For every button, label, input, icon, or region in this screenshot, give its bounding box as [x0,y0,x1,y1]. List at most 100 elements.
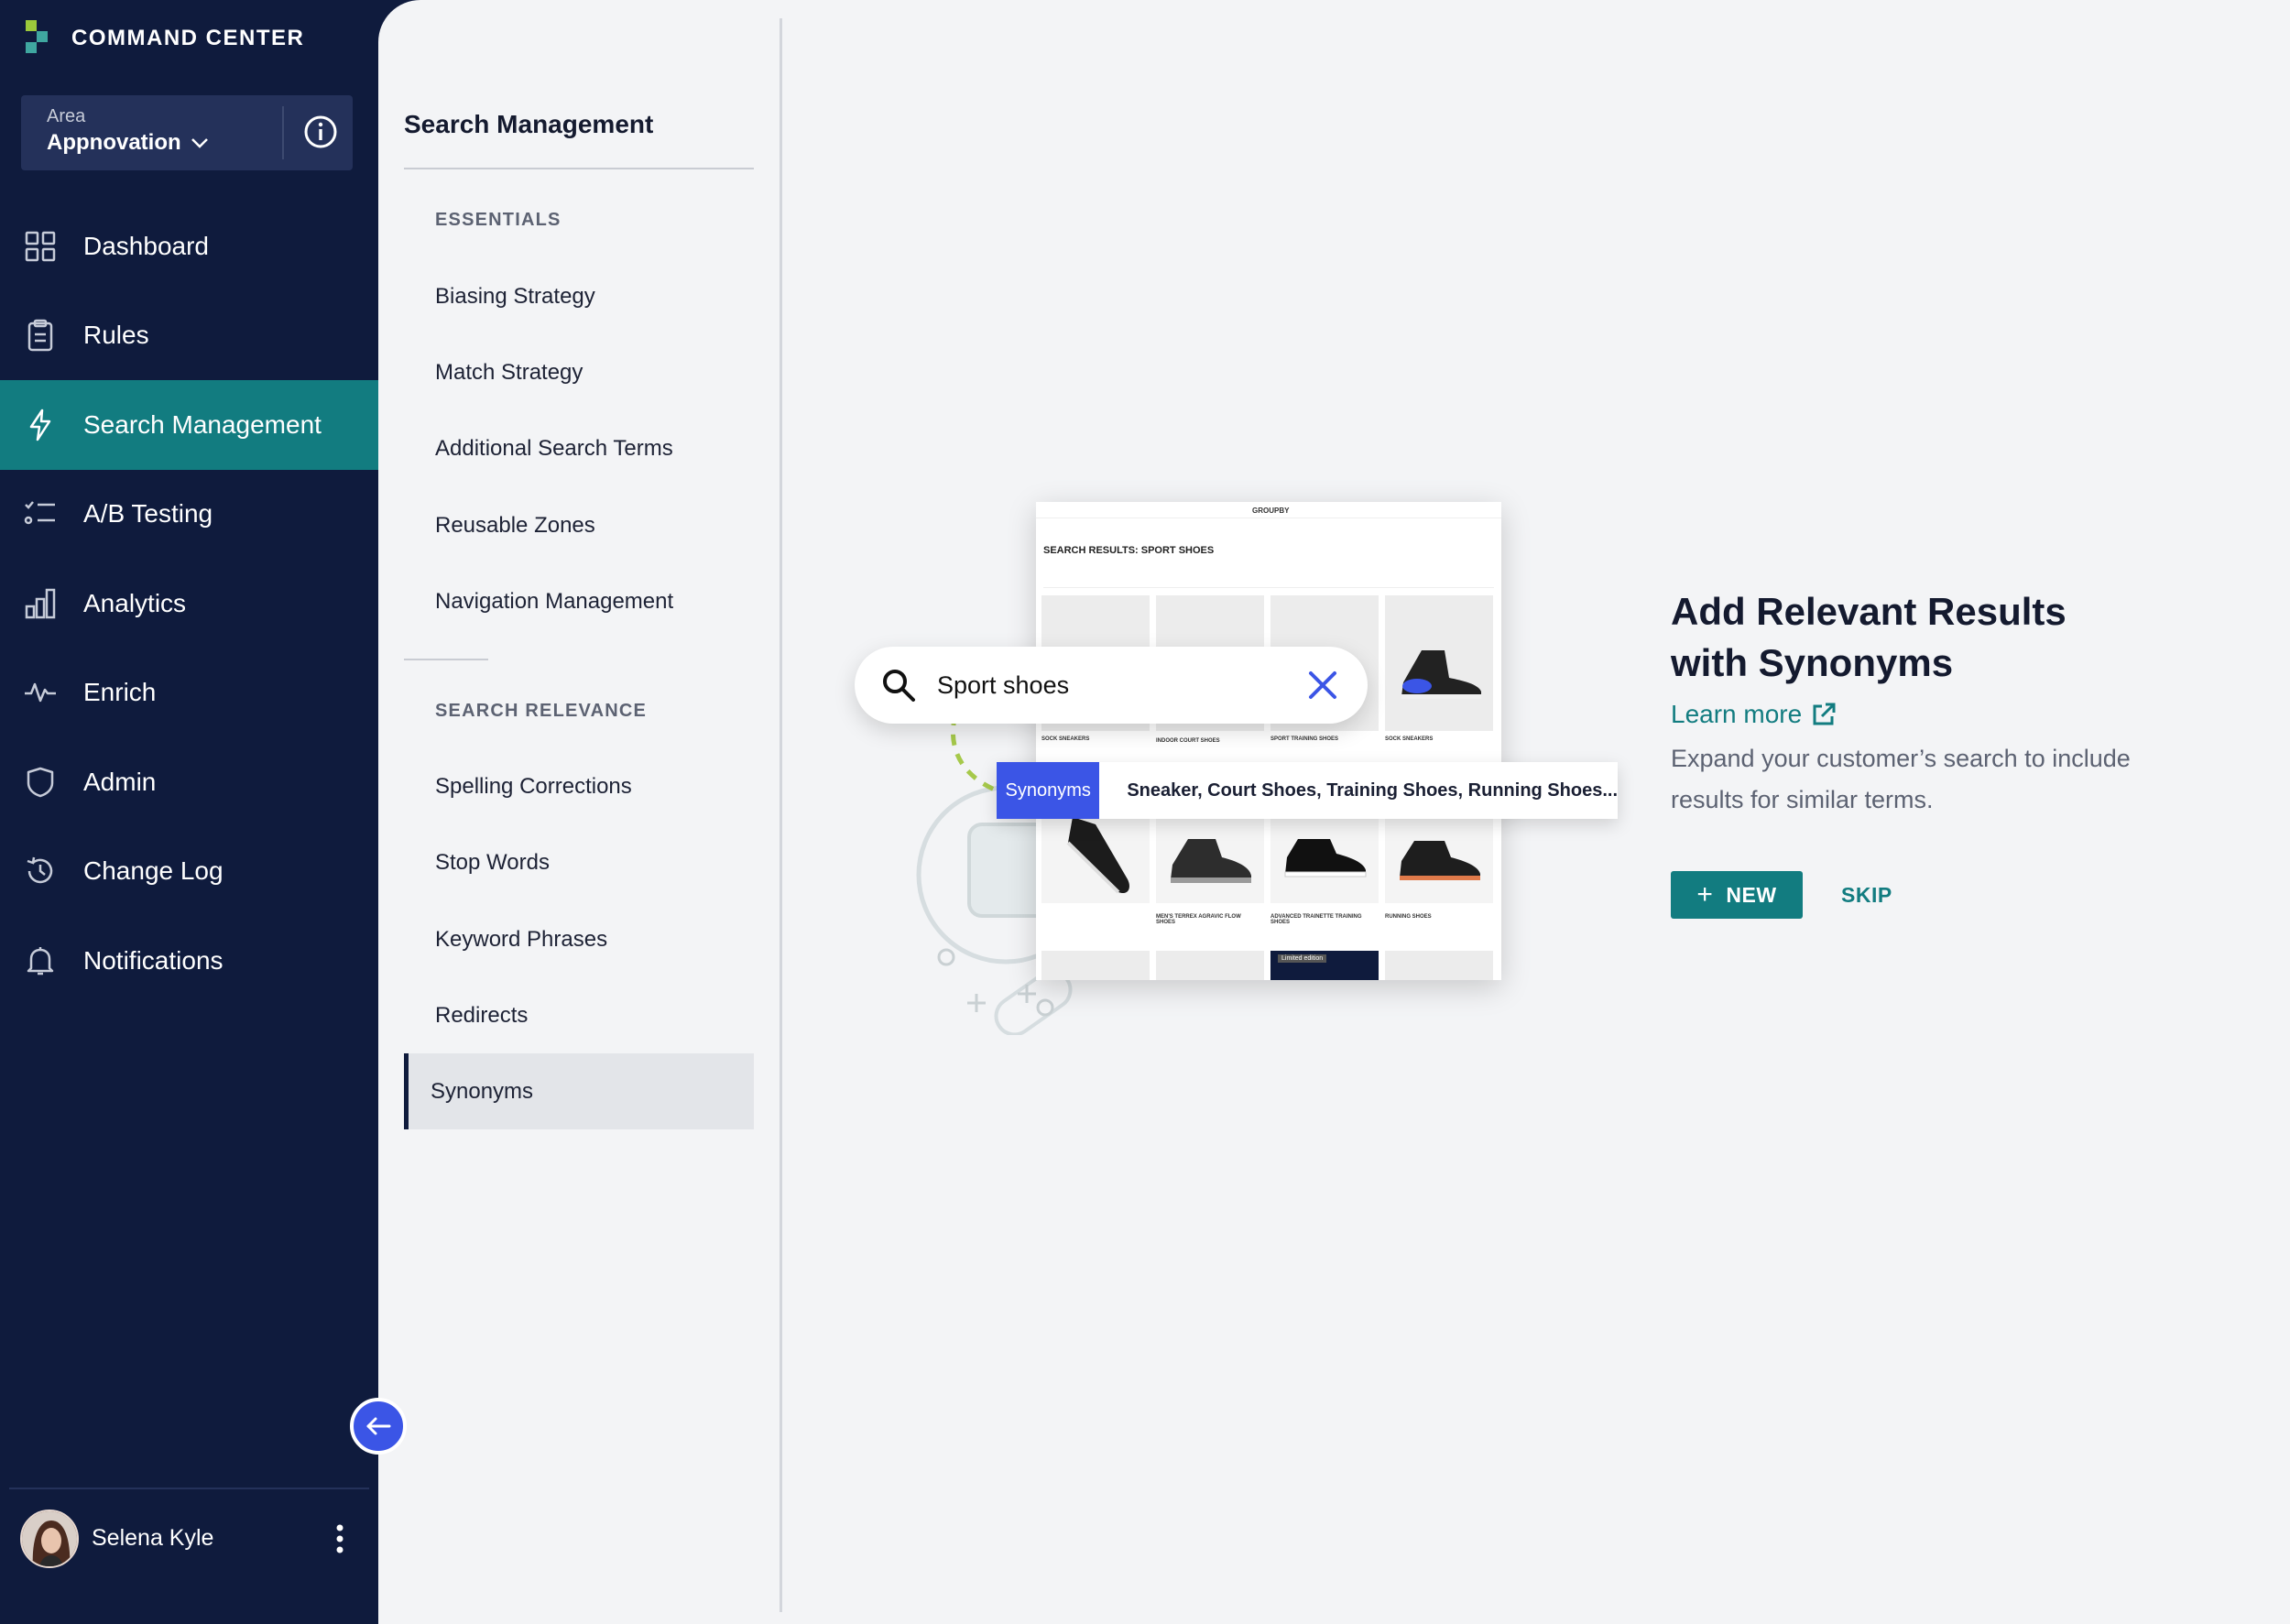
subnav-item-reusable-zones[interactable]: Reusable Zones [435,513,595,539]
mock-badge: Limited edition [1278,954,1327,963]
subnav-section-essentials: ESSENTIALS [435,210,562,230]
mock-tile [1385,595,1493,731]
sneaker-image [1066,817,1129,894]
mock-tile [1041,951,1150,980]
synonym-terms: Sneaker, Court Shoes, Training Shoes, Ru… [1127,779,1618,801]
arrow-left-icon [366,1417,391,1435]
mock-tile [1385,951,1493,980]
user-name: Selena Kyle [92,1525,214,1551]
empty-state-title: Add Relevant Results with Synonyms [1671,586,2220,689]
mock-caption: RUNNING SHOES [1385,914,1432,920]
sneaker-image [1171,839,1251,883]
mock-tile [1156,951,1264,980]
user-bar: Selena Kyle [9,1488,369,1587]
nav-item-admin[interactable]: Admin [0,737,378,827]
nav-item-enrich[interactable]: Enrich [0,649,378,738]
brand[interactable]: COMMAND CENTER [26,20,304,57]
nav-label-enrich: Enrich [83,678,157,707]
mock-brand: GROUPBY [1252,507,1290,515]
nav-item-change-log[interactable]: Change Log [0,827,378,917]
subnav-title-rule [404,168,754,169]
subnav-item-synonyms[interactable]: Synonyms [404,1053,754,1129]
collapse-sidebar-button[interactable] [350,1398,407,1455]
sneaker-image [1400,841,1480,880]
area-label: Area [47,106,86,126]
empty-state-actions: + NEW SKIP [1671,871,2220,919]
illustration-search-text: Sport shoes [937,670,1070,699]
checklist-icon [24,497,57,530]
mock-caption: INDOOR COURT SHOES [1156,738,1220,744]
nav-label-rules: Rules [83,321,149,350]
new-button-label: NEW [1726,882,1777,907]
main-sidebar: COMMAND CENTER Area Appnovation Dashboar… [0,0,378,1624]
nav-item-analytics[interactable]: Analytics [0,559,378,649]
mock-tile [1385,812,1493,903]
mock-caption: SOCK SNEAKERS [1041,736,1090,742]
subnav-item-redirects[interactable]: Redirects [435,1003,528,1029]
dashboard-grid-icon [24,230,57,263]
nav-label-change-log: Change Log [83,856,224,886]
subnav-item-stop-words[interactable]: Stop Words [435,850,550,876]
more-vertical-icon[interactable] [322,1520,358,1557]
avatar[interactable] [20,1509,79,1568]
subnav-item-biasing-strategy[interactable]: Biasing Strategy [435,284,595,310]
subnav-item-keyword-phrases[interactable]: Keyword Phrases [435,927,607,953]
area-dropdown[interactable]: Appnovation [47,130,209,156]
lightning-icon [24,409,57,441]
sneaker-image [1284,839,1367,877]
skip-button[interactable]: SKIP [1841,883,1892,908]
mock-tile [1270,812,1379,903]
external-link-icon [1813,703,1836,725]
subnav-title: Search Management [404,110,654,138]
area-value: Appnovation [47,130,181,155]
brand-name: COMMAND CENTER [71,26,305,50]
brand-logo-icon [26,20,59,57]
content-divider [780,18,782,1612]
learn-more-link[interactable]: Learn more [1671,700,1837,729]
nav-item-ab-testing[interactable]: A/B Testing [0,470,378,560]
clipboard-icon [24,319,57,352]
area-selector[interactable]: Area Appnovation [21,95,353,170]
sneaker-image [1401,650,1481,699]
nav-label-search-management: Search Management [83,409,322,439]
illustration-synonyms-row: Synonyms Sneaker, Court Shoes, Training … [997,762,1618,819]
empty-state: Add Relevant Results with Synonyms Learn… [1671,586,2220,919]
subnav-item-spelling-corrections[interactable]: Spelling Corrections [435,774,632,800]
subnav-item-additional-search-terms[interactable]: Additional Search Terms [435,436,673,462]
mock-filter-bar [1043,575,1494,588]
empty-state-title-line2: with Synonyms [1671,641,1954,684]
new-synonym-button[interactable]: + NEW [1671,871,1803,919]
search-icon [883,670,915,702]
nav-label-ab-testing: A/B Testing [83,499,213,529]
mock-tile [1041,812,1150,903]
nav-item-rules[interactable]: Rules [0,291,378,381]
subnav-section-divider [404,659,488,660]
subnav-section-search-relevance: SEARCH RELEVANCE [435,701,648,721]
empty-state-description: Expand your customer’s search to include… [1671,745,2131,813]
nav-label-analytics: Analytics [83,588,187,617]
history-icon [24,855,57,888]
search-results-mockup: GROUPBY SEARCH RESULTS: SPORT SHOES SOCK… [1036,502,1501,980]
close-icon [1309,671,1336,699]
subnav-item-match-strategy[interactable]: Match Strategy [435,360,583,386]
plus-icon: + [1696,879,1714,910]
synonyms-chip: Synonyms [997,762,1100,819]
mock-caption: ADVANCED TRAINETTE TRAINING SHOES [1270,914,1362,925]
area-divider [282,106,284,159]
content-area: Search Management ESSENTIALS Biasing Str… [378,0,2290,1624]
mock-tile [1156,812,1264,903]
learn-more-label: Learn more [1671,700,1803,728]
nav-item-dashboard[interactable]: Dashboard [0,202,378,291]
subnav-item-navigation-management[interactable]: Navigation Management [435,589,673,615]
nav-item-notifications[interactable]: Notifications [0,916,378,1006]
bar-chart-icon [24,587,57,620]
nav-label-notifications: Notifications [83,945,224,975]
bell-icon [24,944,57,977]
pulse-icon [24,676,57,709]
illustration-search-bar: Sport shoes [855,647,1368,724]
nav-label-admin: Admin [83,767,157,796]
nav-item-search-management[interactable]: Search Management [0,380,378,470]
shield-icon [24,766,57,799]
info-icon[interactable] [302,114,339,150]
mock-caption: SOCK SNEAKERS [1385,736,1434,742]
